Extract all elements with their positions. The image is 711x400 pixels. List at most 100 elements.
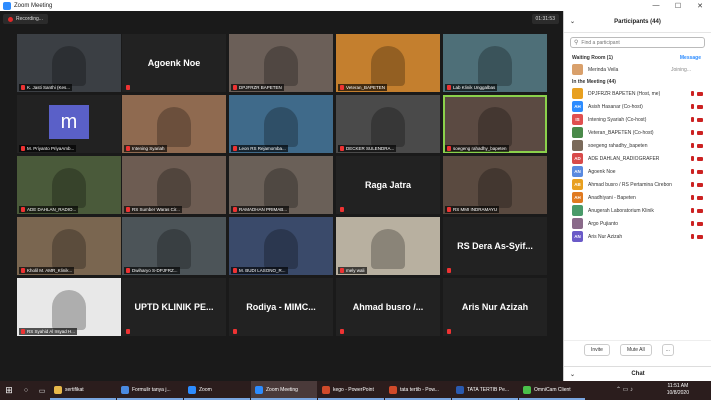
- taskbar-app-button[interactable]: kego - PowerPoint: [318, 381, 384, 400]
- video-tile[interactable]: Kholil M. AMR_Klinik...: [17, 217, 121, 275]
- video-tile[interactable]: Raga Jatra: [336, 156, 440, 214]
- windows-start-icon[interactable]: ⊞: [0, 381, 18, 400]
- muted-mic-icon[interactable]: [691, 143, 694, 148]
- taskbar-app-button[interactable]: tata tertib - Pow...: [385, 381, 451, 400]
- video-off-icon[interactable]: [697, 195, 703, 200]
- participant-row[interactable]: AN Aris Nur Azizah: [564, 230, 711, 243]
- taskbar-app-button[interactable]: Zoom: [184, 381, 250, 400]
- muted-mic-icon[interactable]: [691, 91, 694, 96]
- more-options-button[interactable]: ...: [661, 343, 674, 356]
- participant-row[interactable]: Argo Pujianto: [564, 217, 711, 230]
- search-input[interactable]: [581, 39, 692, 46]
- muted-mic-icon[interactable]: [691, 221, 694, 226]
- video-tile[interactable]: mely wali: [336, 217, 440, 275]
- video-tile[interactable]: RS Dera As-Syif...: [443, 217, 547, 275]
- minimize-button[interactable]: —: [645, 0, 667, 11]
- participant-row[interactable]: AH Anadhiyani - Bapeten: [564, 191, 711, 204]
- tile-name: RS Syahid Al Irsyad H...: [27, 329, 76, 334]
- video-tile[interactable]: Aris Nur Azizah: [443, 278, 547, 336]
- close-button[interactable]: ✕: [689, 0, 711, 11]
- participant-row[interactable]: soegeng rahadhy_bapeten: [564, 139, 711, 152]
- participant-row[interactable]: IS Intening Syariah (Co-host): [564, 113, 711, 126]
- video-tile[interactable]: Ahmad busro /...: [336, 278, 440, 336]
- taskbar-clock[interactable]: 11:51 AM 10/8/2020: [667, 383, 689, 397]
- video-tile[interactable]: Leon RS Rejamomba...: [229, 95, 333, 153]
- system-tray-icons[interactable]: ⌃ ▭ ♪: [616, 386, 633, 393]
- participant-row[interactable]: AD ADE DAHLAN_RADIOGRAFER: [564, 152, 711, 165]
- taskbar-app-button[interactable]: Formulir tanya j...: [117, 381, 183, 400]
- video-tile[interactable]: Dwiharyo S-DPJFRZ...: [122, 217, 226, 275]
- video-tile[interactable]: Agoenk Noe: [122, 34, 226, 92]
- video-tile[interactable]: K. Jasti Santhi (Kes...: [17, 34, 121, 92]
- participant-row[interactable]: Veteran_BAPETEN (Co-host): [564, 126, 711, 139]
- muted-mic-icon[interactable]: [691, 234, 694, 239]
- muted-mic-icon[interactable]: [691, 156, 694, 161]
- participant-row[interactable]: AB Ahmad busro / RS Pertamina Cirebon: [564, 178, 711, 191]
- video-feed: [157, 107, 191, 147]
- video-tile[interactable]: RS Syahid Al Irsyad H...: [17, 278, 121, 336]
- video-tile[interactable]: RAMADHAN PRIMAB...: [229, 156, 333, 214]
- taskbar-app-button[interactable]: TATA TERTIB Pe...: [452, 381, 518, 400]
- muted-mic-icon[interactable]: [691, 182, 694, 187]
- video-off-icon[interactable]: [697, 208, 703, 213]
- video-tile[interactable]: soegeng rahadhy_bapeten: [443, 95, 547, 153]
- video-off-icon[interactable]: [697, 104, 703, 109]
- video-tile[interactable]: Intening Syariah: [122, 95, 226, 153]
- participant-row[interactable]: AH Asish Hasanar (Co-host): [564, 100, 711, 113]
- video-feed: [478, 46, 512, 86]
- video-tile[interactable]: ADE DAHLAN_RADIO...: [17, 156, 121, 214]
- muted-mic-icon[interactable]: [691, 195, 694, 200]
- invite-button[interactable]: Invite: [584, 343, 610, 356]
- muted-mic-icon[interactable]: [691, 117, 694, 122]
- video-off-icon[interactable]: [697, 156, 703, 161]
- video-off-icon[interactable]: [697, 234, 703, 239]
- video-tile[interactable]: RS Sumber Waras Cir...: [122, 156, 226, 214]
- video-tile[interactable]: m M. Priyanto PriyaAmb...: [17, 95, 121, 153]
- video-off-icon[interactable]: [697, 117, 703, 122]
- video-tile[interactable]: Lab Klinik Unggalbas: [443, 34, 547, 92]
- participant-display-name: Rodiya - MIMC...: [246, 302, 316, 312]
- recording-indicator[interactable]: Recording...: [3, 14, 48, 24]
- zoom-window: Zoom Meeting — ☐ ✕ Recording... 01:31:53…: [0, 0, 711, 381]
- video-feed: [371, 229, 405, 269]
- video-off-icon[interactable]: [697, 91, 703, 96]
- video-off-icon[interactable]: [697, 221, 703, 226]
- video-off-icon[interactable]: [697, 143, 703, 148]
- video-tile[interactable]: DECKER SULENDRA...: [336, 95, 440, 153]
- video-tile[interactable]: DPJFRZR BAPETEN: [229, 34, 333, 92]
- waiting-room-section[interactable]: Waiting Room (1) Message: [564, 52, 711, 63]
- mute-all-button[interactable]: Mute All: [619, 343, 652, 356]
- muted-mic-icon[interactable]: [691, 169, 694, 174]
- recording-label: Recording...: [16, 16, 43, 22]
- participant-avatar: [572, 205, 583, 216]
- chevron-down-icon[interactable]: ⌄: [570, 371, 575, 378]
- participant-search[interactable]: ⚲: [570, 37, 705, 48]
- video-tile[interactable]: Rodiya - MIMC...: [229, 278, 333, 336]
- search-icon[interactable]: ○: [18, 381, 34, 400]
- chat-header[interactable]: ⌄ Chat: [564, 366, 711, 381]
- video-off-icon[interactable]: [697, 130, 703, 135]
- participant-name: Intening Syariah (Co-host): [588, 116, 647, 123]
- task-view-icon[interactable]: ▭: [34, 381, 50, 400]
- message-button[interactable]: Message: [680, 55, 701, 61]
- participant-row[interactable]: Anugerah Laboratorium Klinik: [564, 204, 711, 217]
- taskbar-app-button[interactable]: sertifikat: [50, 381, 116, 400]
- participant-row[interactable]: Merinda Veila Joining...: [564, 63, 711, 76]
- muted-mic-icon[interactable]: [691, 104, 694, 109]
- muted-mic-icon: [233, 146, 237, 151]
- video-tile[interactable]: UPTD KLINIK PE...: [122, 278, 226, 336]
- video-tile[interactable]: RS MMI INDRAMAYU: [443, 156, 547, 214]
- participant-row[interactable]: AN Agoenk Noe: [564, 165, 711, 178]
- taskbar-app-button[interactable]: Zoom Meeting: [251, 381, 317, 400]
- in-meeting-section[interactable]: In the Meeting (44): [564, 76, 711, 87]
- muted-mic-icon[interactable]: [691, 208, 694, 213]
- video-tile[interactable]: M. BUDI LASONO_R...: [229, 217, 333, 275]
- chevron-down-icon[interactable]: ⌄: [570, 18, 575, 25]
- muted-mic-icon[interactable]: [691, 130, 694, 135]
- video-off-icon[interactable]: [697, 169, 703, 174]
- video-off-icon[interactable]: [697, 182, 703, 187]
- maximize-button[interactable]: ☐: [667, 0, 689, 11]
- video-tile[interactable]: Veteran_BAPETEN: [336, 34, 440, 92]
- participant-row[interactable]: DPJFRZR BAPETEN (Host, me): [564, 87, 711, 100]
- taskbar-app-button[interactable]: OmniCam Client: [519, 381, 585, 400]
